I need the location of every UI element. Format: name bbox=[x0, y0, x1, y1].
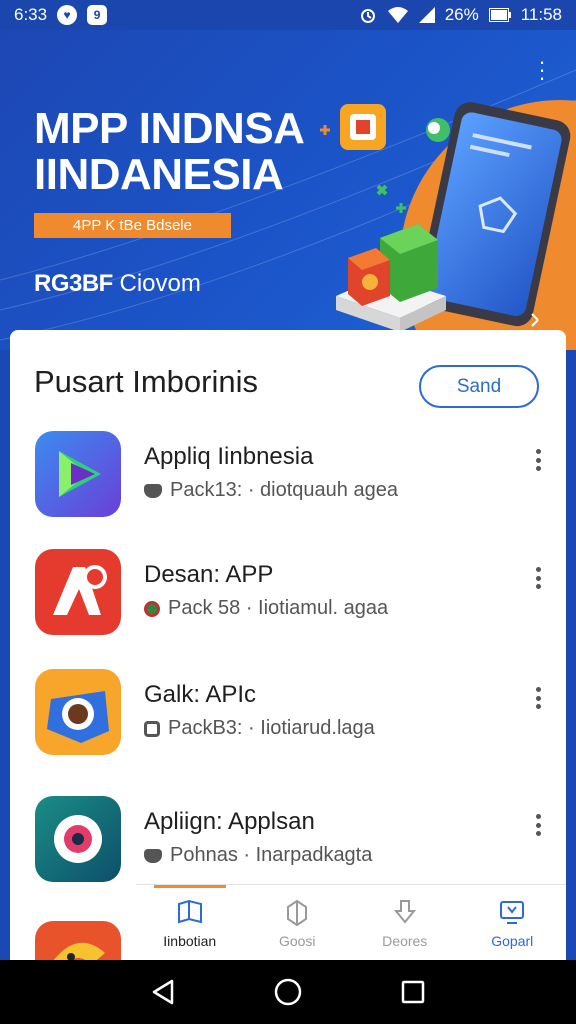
tab-label: Iinbotian bbox=[163, 932, 217, 949]
tab-label: Goosi bbox=[278, 932, 316, 949]
more-vert-icon[interactable] bbox=[530, 563, 546, 593]
hero-tagline: 4PP K tBe Bdsele bbox=[34, 213, 231, 238]
download-icon bbox=[393, 899, 416, 924]
section-title: Pusart Imborinis bbox=[34, 364, 258, 399]
app-name: Desan: APP bbox=[144, 561, 274, 588]
hero-title-line2: IINDANESIA bbox=[34, 150, 284, 199]
app-meta: Pack13: · diotquauh agea bbox=[144, 479, 398, 502]
more-vert-icon[interactable] bbox=[530, 445, 546, 475]
a-logo-icon bbox=[35, 549, 121, 635]
hero-title: MPP INDNSA IINDANESIA bbox=[34, 104, 305, 199]
camera-icon bbox=[35, 669, 121, 755]
list-item[interactable]: Appliq Iinbnesia Pack13: · diotquauh age… bbox=[10, 425, 566, 535]
status-clock: 11:58 bbox=[520, 5, 562, 24]
notification-app-icon: ♥ bbox=[57, 5, 78, 25]
book-icon bbox=[177, 899, 202, 923]
more-vert-icon[interactable] bbox=[530, 810, 546, 840]
home-circle-icon bbox=[274, 978, 302, 1006]
play-store-icon bbox=[35, 431, 121, 517]
lens-icon bbox=[35, 796, 121, 882]
app-name: Appliq Iinbnesia bbox=[144, 443, 314, 470]
tab-games[interactable]: Goosi bbox=[244, 885, 352, 960]
status-right: 26% 11:58 bbox=[359, 5, 562, 25]
list-item[interactable]: Galk: APIc PackB3: · Iiotiarud.laga bbox=[10, 663, 566, 773]
battery-percent: 26% bbox=[444, 5, 479, 24]
status-left: 6:33 ♥ 9 bbox=[14, 5, 108, 25]
tab-label: Deores bbox=[382, 932, 428, 949]
tab-label: Goparl bbox=[491, 932, 534, 949]
app-meta-text: PackB3: · Iiotiarud.laga bbox=[168, 717, 375, 739]
app-meta: Pack 58 · Iiotiamul. agaa bbox=[144, 597, 388, 620]
shield-icon bbox=[144, 720, 160, 737]
alarm-icon bbox=[360, 9, 375, 23]
send-button[interactable]: Sand bbox=[419, 365, 539, 408]
home-button[interactable] bbox=[273, 977, 303, 1007]
app-name: Apliign: Applsan bbox=[144, 808, 315, 835]
tv-icon bbox=[500, 900, 525, 924]
bird-app-icon bbox=[35, 921, 121, 960]
hero-banner: MPP INDNSA IINDANESIA 4PP K tBe Bdsele R… bbox=[0, 30, 576, 350]
bottom-tab-bar: Iinbotian Goosi Deores Goparl bbox=[136, 884, 566, 960]
wifi-icon bbox=[387, 7, 408, 23]
recents-square-icon bbox=[402, 980, 425, 1004]
chrome-icon bbox=[144, 600, 160, 617]
hero-brand-rest: Ciovom bbox=[119, 270, 201, 297]
system-nav-bar bbox=[0, 960, 576, 1024]
app-meta: PackB3: · Iiotiarud.laga bbox=[144, 717, 375, 740]
cloud-icon bbox=[144, 483, 162, 498]
app-meta: Pohnas · Inarpadkagta bbox=[144, 844, 372, 867]
app-meta-text: Pohnas · Inarpadkagta bbox=[170, 844, 373, 866]
recents-button[interactable] bbox=[398, 977, 428, 1007]
tab-downloads[interactable]: Deores bbox=[351, 885, 459, 960]
back-button[interactable] bbox=[148, 977, 178, 1007]
hero-illustration bbox=[320, 102, 571, 332]
back-triangle-icon bbox=[152, 979, 173, 1005]
app-name: Galk: APIc bbox=[144, 681, 257, 708]
app-meta-text: Pack13: · diotquauh agea bbox=[170, 479, 398, 501]
tab-general[interactable]: Goparl bbox=[459, 885, 567, 960]
hero-title-line1: MPP INDNSA bbox=[34, 104, 305, 153]
cloud-icon bbox=[144, 848, 162, 863]
box-icon bbox=[287, 899, 308, 926]
hero-brand: RG3BF Ciovom bbox=[34, 270, 201, 298]
signal-icon bbox=[418, 7, 435, 23]
content-card: Pusart Imborinis Sand Appliq Iinbnesia P… bbox=[10, 330, 566, 960]
more-vert-icon[interactable] bbox=[530, 683, 546, 713]
status-time: 6:33 bbox=[14, 5, 48, 24]
app-meta-text: Pack 58 · Iiotiamul. agaa bbox=[168, 597, 389, 619]
status-bar: 6:33 ♥ 9 26% 11:58 bbox=[0, 0, 576, 30]
messenger-icon: 9 bbox=[87, 5, 108, 25]
tab-home[interactable]: Iinbotian bbox=[136, 885, 244, 960]
battery-icon bbox=[488, 8, 511, 22]
list-item[interactable]: Desan: APP Pack 58 · Iiotiamul. agaa bbox=[10, 543, 566, 653]
hero-brand-bold: RG3BF bbox=[34, 270, 113, 297]
